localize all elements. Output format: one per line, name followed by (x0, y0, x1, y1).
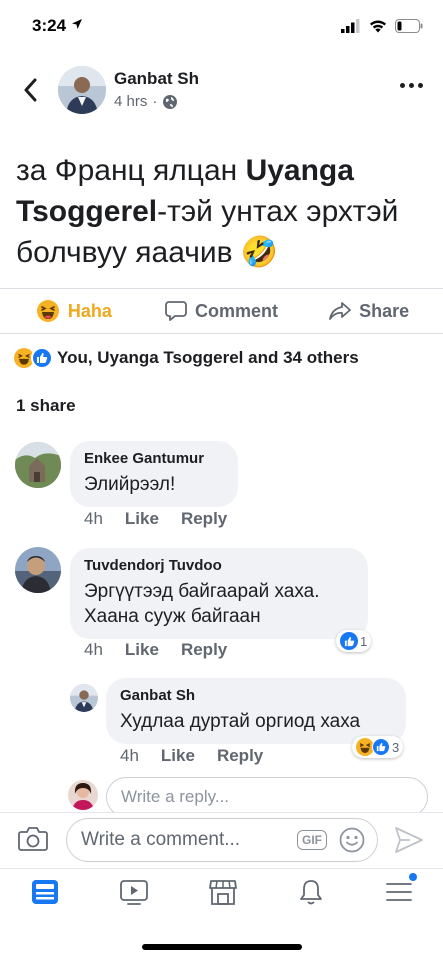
comment-text-line: Хаана сууж байгаан (84, 606, 261, 627)
reactions-summary-text: You, Uyanga Tsoggerel and 34 others (57, 348, 359, 367)
comment-text-line: Эргүүтээд байгаарай хаха. (84, 581, 320, 602)
comment-like-button[interactable]: Like (125, 509, 159, 529)
reply-time[interactable]: 4h (120, 746, 139, 766)
tab-menu[interactable] (384, 872, 418, 911)
home-indicator[interactable] (142, 944, 302, 950)
smiley-icon[interactable] (339, 827, 365, 853)
post-author-name[interactable]: Ganbat Sh (114, 69, 199, 89)
rofl-emoji: 🤣 (240, 236, 279, 269)
share-count[interactable]: 1 share (16, 396, 76, 416)
reply-reaction-badge[interactable]: 3 (352, 736, 404, 758)
comment-time[interactable]: 4h (84, 509, 103, 529)
gif-icon: GIF (302, 833, 322, 847)
share-icon (329, 302, 352, 320)
send-button[interactable] (394, 826, 424, 859)
more-options-button[interactable] (400, 83, 423, 88)
cellular-signal-icon (341, 19, 360, 33)
menu-icon (385, 883, 412, 901)
tab-watch[interactable] (119, 878, 149, 911)
bottom-tab-bar (0, 868, 443, 920)
reply-input[interactable]: Write a reply... (106, 777, 428, 817)
post-body: за Франц ялцан Uyanga Tsoggerel-тэй унта… (16, 154, 399, 269)
comment-meta: 4h Like Reply (84, 509, 227, 529)
reply-like-button[interactable]: Like (161, 746, 195, 766)
comment-time[interactable]: 4h (84, 640, 103, 660)
divider (0, 288, 443, 289)
reply-text: Худлаа дуртай оргиод хаха (120, 711, 361, 732)
camera-icon (18, 827, 48, 851)
status-time: 3:24 (32, 16, 83, 36)
globe-icon (163, 94, 178, 109)
reply-bubble[interactable]: Ganbat Sh Худлаа дуртай оргиод хаха (106, 678, 406, 744)
my-avatar (68, 780, 98, 810)
comment-bubble[interactable]: Enkee Gantumur Элийрээл! (70, 441, 238, 507)
post-meta: 4 hrs · (114, 93, 178, 110)
comment-meta: 4h Like Reply (84, 640, 227, 660)
haha-icon (36, 300, 59, 322)
like-icon (340, 632, 358, 650)
tab-feed[interactable] (30, 878, 60, 911)
post-time[interactable]: 4 hrs (114, 93, 147, 110)
commenter-name[interactable]: Tuvdendorj Tuvdoo (84, 557, 354, 574)
share-button[interactable]: Share (295, 301, 443, 322)
author-avatar[interactable] (58, 66, 106, 114)
reply-author-avatar[interactable] (70, 684, 98, 712)
menu-notification-dot (407, 872, 418, 882)
camera-button[interactable] (18, 826, 48, 857)
gif-button[interactable]: GIF (297, 830, 327, 850)
like-icon (31, 347, 53, 369)
marketplace-icon (208, 880, 237, 905)
back-icon (24, 78, 37, 102)
notifications-icon (299, 880, 322, 905)
haha-button[interactable]: Haha (0, 299, 148, 323)
reply-reply-button[interactable]: Reply (217, 746, 263, 766)
tab-notifications[interactable] (297, 878, 325, 911)
feed-icon (31, 880, 58, 904)
commenter-avatar[interactable] (15, 442, 61, 488)
back-button[interactable] (16, 72, 44, 108)
location-arrow-icon (71, 19, 82, 29)
tab-marketplace[interactable] (208, 878, 238, 911)
watch-icon (119, 880, 148, 905)
send-icon (395, 827, 423, 853)
reactions-summary[interactable]: You, Uyanga Tsoggerel and 34 others (14, 347, 359, 369)
post-actions: Haha Comment Share (0, 290, 443, 332)
reply-author-name[interactable]: Ganbat Sh (120, 687, 392, 704)
comment-bubble[interactable]: Tuvdendorj Tuvdoo Эргүүтээд байгаарай ха… (70, 548, 368, 639)
status-icons (341, 16, 423, 36)
comment-text: Элийрээл! (84, 474, 176, 495)
comment-input[interactable]: Write a comment... GIF (66, 818, 378, 862)
commenter-name[interactable]: Enkee Gantumur (84, 450, 224, 467)
comment-icon (165, 301, 187, 321)
commenter-avatar[interactable] (15, 547, 61, 593)
like-icon (372, 738, 390, 756)
reply-meta: 4h Like Reply (120, 746, 263, 766)
comment-reaction-badge[interactable]: 1 (336, 630, 372, 652)
reaction-count: 1 (360, 633, 368, 649)
comment-like-button[interactable]: Like (125, 640, 159, 660)
battery-icon (395, 19, 423, 33)
divider (0, 333, 443, 334)
wifi-icon (370, 20, 386, 33)
comment-reply-button[interactable]: Reply (181, 640, 227, 660)
meta-separator: · (152, 93, 158, 110)
more-icon (400, 83, 405, 88)
reaction-count: 3 (392, 739, 400, 755)
comment-reply-button[interactable]: Reply (181, 509, 227, 529)
comment-button[interactable]: Comment (148, 300, 296, 322)
